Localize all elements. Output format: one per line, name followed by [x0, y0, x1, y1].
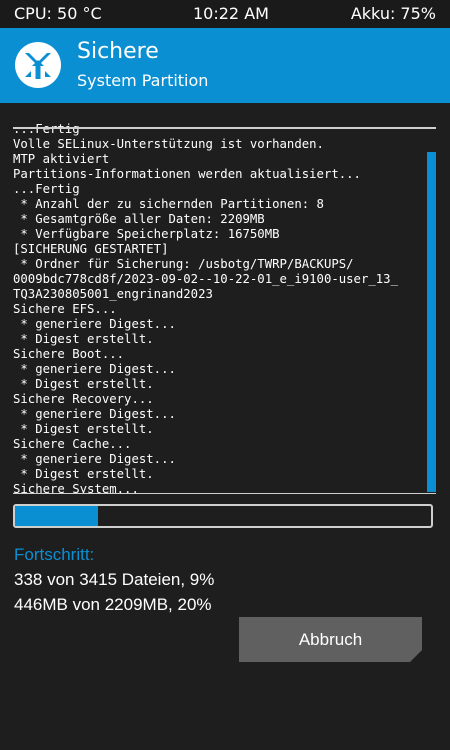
console-line: * generiere Digest...	[13, 407, 176, 421]
console-line: Sichere Cache...	[13, 437, 132, 451]
console-line: Volle SELinux-Unterstützung ist vorhande…	[13, 137, 324, 151]
console-line: * Digest erstellt.	[13, 467, 154, 481]
size-progress-text: 446MB von 2209MB, 20%	[14, 595, 212, 614]
progress-bar	[13, 504, 433, 528]
console-line: * Verfügbare Speicherplatz: 16750MB	[13, 227, 280, 241]
console-top-divider	[13, 127, 436, 129]
console-line: * Gesamtgröße aller Daten: 2209MB	[13, 212, 265, 226]
console-line: Partitions-Informationen werden aktualis…	[13, 167, 361, 181]
console-line: * generiere Digest...	[13, 362, 176, 376]
console-line: ...Fertig	[13, 122, 80, 136]
progress-bar-fill	[15, 506, 99, 526]
console-line: * Ordner für Sicherung: /usbotg/TWRP/BAC…	[13, 257, 354, 271]
progress-label: Fortschritt:	[14, 545, 95, 564]
console-line: * generiere Digest...	[13, 452, 176, 466]
battery-level: Akku: 75%	[350, 4, 436, 23]
console-line: * generiere Digest...	[13, 317, 176, 331]
console-line: Sichere Boot...	[13, 347, 125, 361]
console-line: TQ3A230805001_engrinand2023	[13, 287, 213, 301]
clock: 10:22 AM	[193, 4, 269, 23]
console-line: * Anzahl der zu sichernden Partitionen: …	[13, 197, 324, 211]
page-subtitle: System Partition	[77, 71, 209, 90]
console-line: ...Fertig	[13, 182, 80, 196]
console-line: Sichere Recovery...	[13, 392, 154, 406]
header-bar: Sichere System Partition	[0, 28, 450, 103]
console-line: 0009bdc778cd8f/2023-09-02--10-22-01_e_i9…	[13, 272, 398, 286]
console-line: [SICHERUNG GESTARTET]	[13, 242, 169, 256]
cpu-temperature: CPU: 50 °C	[14, 4, 102, 23]
console-scrollbar[interactable]	[427, 152, 436, 492]
console-line: * Digest erstellt.	[13, 332, 154, 346]
twrp-logo-icon	[15, 42, 61, 88]
console-line: * Digest erstellt.	[13, 422, 154, 436]
console-log[interactable]: ...Fertig Volle SELinux-Unterstützung ist…	[13, 122, 423, 494]
console-line: MTP aktiviert	[13, 152, 110, 166]
console-line: * Digest erstellt.	[13, 377, 154, 391]
files-progress-text: 338 von 3415 Dateien, 9%	[14, 570, 215, 589]
console-bottom-divider	[13, 493, 436, 494]
status-bar: CPU: 50 °C 10:22 AM Akku: 75%	[0, 0, 450, 28]
cancel-button[interactable]: Abbruch	[239, 617, 422, 662]
page-title: Sichere	[77, 39, 159, 64]
console-line: Sichere EFS...	[13, 302, 117, 316]
